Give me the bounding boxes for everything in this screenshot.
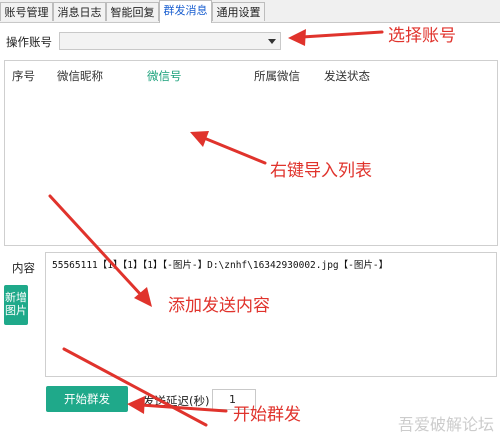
column-header-send-status: 发送状态 (324, 69, 370, 83)
tab-general-settings[interactable]: 通用设置 (212, 2, 265, 21)
add-image-button[interactable]: 新增图片 (4, 285, 28, 325)
column-header-nickname: 微信昵称 (57, 69, 103, 83)
tab-bar: 账号管理 消息日志 智能回复 群发消息 通用设置 (0, 0, 500, 23)
account-label: 操作账号 (6, 35, 52, 49)
account-select[interactable] (59, 32, 281, 50)
tab-message-log[interactable]: 消息日志 (53, 2, 106, 21)
column-header-index: 序号 (12, 69, 35, 83)
annotation-import-list: 右键导入列表 (270, 161, 372, 181)
recipient-list[interactable]: 序号 微信昵称 微信号 所属微信 发送状态 (4, 60, 498, 246)
annotation-start: 开始群发 (233, 405, 301, 425)
start-mass-send-button[interactable]: 开始群发 (46, 386, 128, 412)
annotation-add-content: 添加发送内容 (168, 296, 270, 316)
tab-smart-reply[interactable]: 智能回复 (106, 2, 159, 21)
chevron-down-icon (268, 39, 276, 44)
annotation-arrow-account (300, 30, 384, 39)
watermark: 吾爱破解论坛 (397, 415, 494, 434)
column-header-wechat-id: 微信号 (147, 69, 182, 83)
column-header-owner-wechat: 所属微信 (254, 69, 300, 83)
annotation-select-account: 选择账号 (388, 26, 456, 46)
tab-mass-message[interactable]: 群发消息 (159, 0, 212, 23)
content-label: 内容 (12, 261, 35, 275)
send-delay-label: 发送延迟(秒) (143, 394, 210, 408)
content-textarea[interactable]: 55565111【1】【1】【1】【-图片-】D:\znhf\163429300… (45, 252, 497, 377)
tab-account-management[interactable]: 账号管理 (0, 2, 53, 21)
annotation-arrowhead-account (288, 29, 306, 46)
